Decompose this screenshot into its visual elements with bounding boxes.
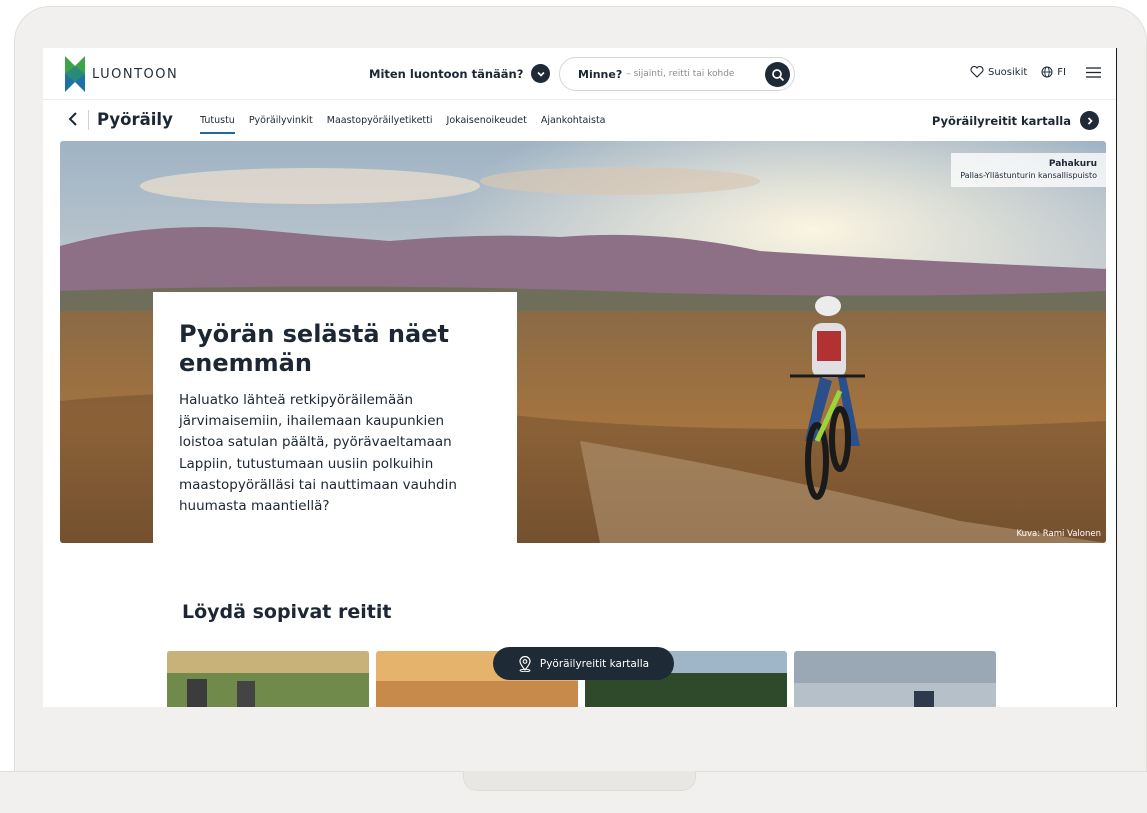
tab-ajankohtaista[interactable]: Ajankohtaista: [541, 115, 606, 134]
logo-text: LUONTOON: [92, 66, 179, 82]
search-button[interactable]: [765, 62, 790, 87]
search-input[interactable]: Minne? – sijainti, reitti tai kohde: [559, 57, 795, 91]
logo-icon: [65, 56, 85, 92]
tab-jokaisenoikeudet[interactable]: Jokaisenoikeudet: [447, 115, 527, 134]
route-card-thumbnail[interactable]: [794, 651, 996, 707]
map-link-label: Pyöräilyreitit kartalla: [931, 113, 1071, 128]
cycling-routes-map-link[interactable]: Pyöräilyreitit kartalla: [932, 111, 1099, 130]
menu-button[interactable]: [1086, 66, 1101, 78]
globe-icon: [1041, 66, 1053, 78]
heart-icon: [970, 66, 984, 78]
tab-maastopyorailyetiketti[interactable]: Maastopyöräilyetiketti: [327, 115, 433, 134]
site-logo[interactable]: LUONTOON: [65, 56, 178, 92]
favorites-link[interactable]: Suosikit: [970, 66, 1027, 78]
chevron-down-icon: [531, 64, 551, 83]
map-button-label: Pyöräilyreitit kartalla: [539, 657, 650, 670]
tab-pyorailyvinkit[interactable]: Pyöräilyvinkit: [249, 115, 313, 134]
tab-tutustu[interactable]: Tutustu: [200, 115, 235, 134]
map-pin-icon: [519, 655, 531, 672]
photo-caption: Pahakuru Pallas-Yllästunturin kansallisp…: [951, 153, 1106, 188]
search-label: Minne?: [578, 67, 623, 81]
photo-credit: Kuva: Rami Valonen: [1016, 529, 1101, 539]
nav-divider: [88, 110, 89, 130]
favorites-label: Suosikit: [988, 66, 1028, 78]
cycling-routes-map-button[interactable]: Pyöräilyreitit kartalla: [493, 647, 674, 680]
search-icon: [771, 68, 784, 81]
section-nav: Pyöräily Tutustu Pyöräilyvinkit Maastopy…: [43, 101, 1116, 141]
hero-heading: Pyörän selästä näet enemmän: [179, 320, 449, 377]
laptop-notch: [463, 771, 696, 791]
language-label: FI: [1057, 66, 1066, 78]
nature-today-dropdown[interactable]: Miten luontoon tänään?: [369, 64, 551, 83]
search-placeholder: – sijainti, reitti tai kohde: [626, 69, 735, 79]
hero-text-card: Pyörän selästä näet enemmän Haluatko läh…: [153, 292, 517, 557]
section-title: Pyöräily: [97, 110, 173, 129]
header-actions: Suosikit FI: [970, 66, 1101, 78]
route-card-thumbnail[interactable]: [167, 651, 369, 707]
caption-park: Pallas-Yllästunturin kansallispuisto: [960, 170, 1097, 180]
hero-body: Haluatko lähteä retkipyöräilemään järvim…: [179, 391, 457, 515]
caption-place: Pahakuru: [1048, 159, 1097, 169]
language-selector[interactable]: FI: [1041, 66, 1066, 78]
nature-today-label: Miten luontoon tänään?: [369, 66, 524, 81]
browser-screen: LUONTOON Miten luontoon tänään? Minne? –…: [43, 48, 1117, 707]
site-header: LUONTOON Miten luontoon tänään? Minne? –…: [43, 48, 1116, 100]
back-icon[interactable]: [67, 111, 79, 132]
routes-section-title: Löydä sopivat reitit: [182, 601, 392, 623]
chevron-right-icon: [1080, 111, 1099, 130]
menu-icon: [1086, 66, 1101, 78]
section-tabs: Tutustu Pyöräilyvinkit Maastopyöräilyeti…: [200, 115, 606, 134]
